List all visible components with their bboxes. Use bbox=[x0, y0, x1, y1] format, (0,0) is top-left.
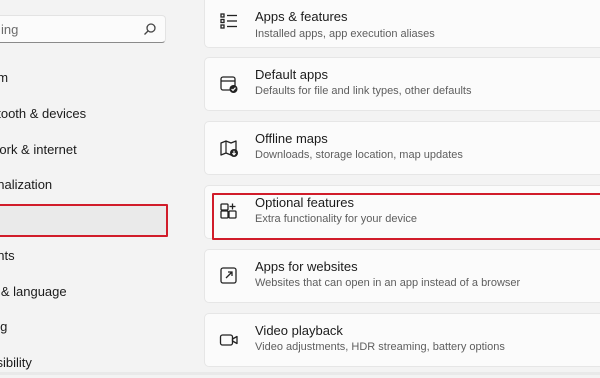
sidebar-item-label: onalization bbox=[0, 177, 53, 192]
offline-maps-card[interactable]: Offline maps Downloads, storage location… bbox=[204, 121, 600, 175]
search-icon[interactable] bbox=[143, 22, 157, 36]
apps-for-websites-icon bbox=[220, 267, 237, 284]
sidebar-item-label: ing bbox=[0, 319, 8, 334]
sidebar-item-network[interactable]: work & internet bbox=[0, 135, 166, 165]
main-content: Apps & features Installed apps, app exec… bbox=[204, 0, 600, 375]
card-description: Downloads, storage location, map updates bbox=[255, 149, 463, 161]
card-title: Offline maps bbox=[255, 131, 328, 146]
default-apps-icon bbox=[220, 76, 238, 93]
apps-features-card[interactable]: Apps & features Installed apps, app exec… bbox=[204, 0, 600, 48]
apps-list-icon bbox=[220, 13, 237, 29]
card-description: Defaults for file and link types, other … bbox=[255, 85, 472, 97]
card-title: Apps & features bbox=[255, 9, 348, 24]
video-playback-icon bbox=[219, 334, 238, 346]
sidebar-item-bluetooth[interactable]: otooth & devices bbox=[0, 99, 166, 129]
card-title: Apps for websites bbox=[255, 259, 358, 274]
card-description: Installed apps, app execution aliases bbox=[255, 28, 435, 40]
card-description: Video adjustments, HDR streaming, batter… bbox=[255, 341, 505, 353]
sidebar-item-label: e & language bbox=[0, 284, 67, 299]
video-playback-card[interactable]: Video playback Video adjustments, HDR st… bbox=[204, 313, 600, 367]
highlight-annotation-card bbox=[212, 193, 600, 240]
sidebar-item-personalization[interactable]: onalization bbox=[0, 170, 166, 200]
card-title: Default apps bbox=[255, 67, 328, 82]
sidebar-item-time-language[interactable]: e & language bbox=[0, 277, 166, 307]
card-description: Websites that can open in an app instead… bbox=[255, 277, 521, 289]
apps-for-websites-card[interactable]: Apps for websites Websites that can open… bbox=[204, 249, 600, 303]
search-input[interactable]: ing bbox=[1, 22, 18, 37]
sidebar-item-label: otooth & devices bbox=[0, 106, 87, 121]
default-apps-card[interactable]: Default apps Defaults for file and link … bbox=[204, 57, 600, 111]
offline-maps-icon bbox=[220, 140, 238, 157]
sidebar: ing em otooth & devices work & internet … bbox=[0, 0, 190, 375]
sidebar-item-accounts[interactable]: unts bbox=[0, 241, 166, 271]
sidebar-item-label: work & internet bbox=[0, 142, 77, 157]
sidebar-item-gaming[interactable]: ing bbox=[0, 312, 166, 342]
search-box[interactable]: ing bbox=[0, 15, 166, 43]
sidebar-item-label: em bbox=[0, 70, 9, 85]
sidebar-item-system[interactable]: em bbox=[0, 63, 166, 93]
card-title: Video playback bbox=[255, 323, 343, 338]
highlight-annotation-sidebar bbox=[0, 204, 168, 237]
sidebar-item-label: unts bbox=[0, 248, 15, 263]
